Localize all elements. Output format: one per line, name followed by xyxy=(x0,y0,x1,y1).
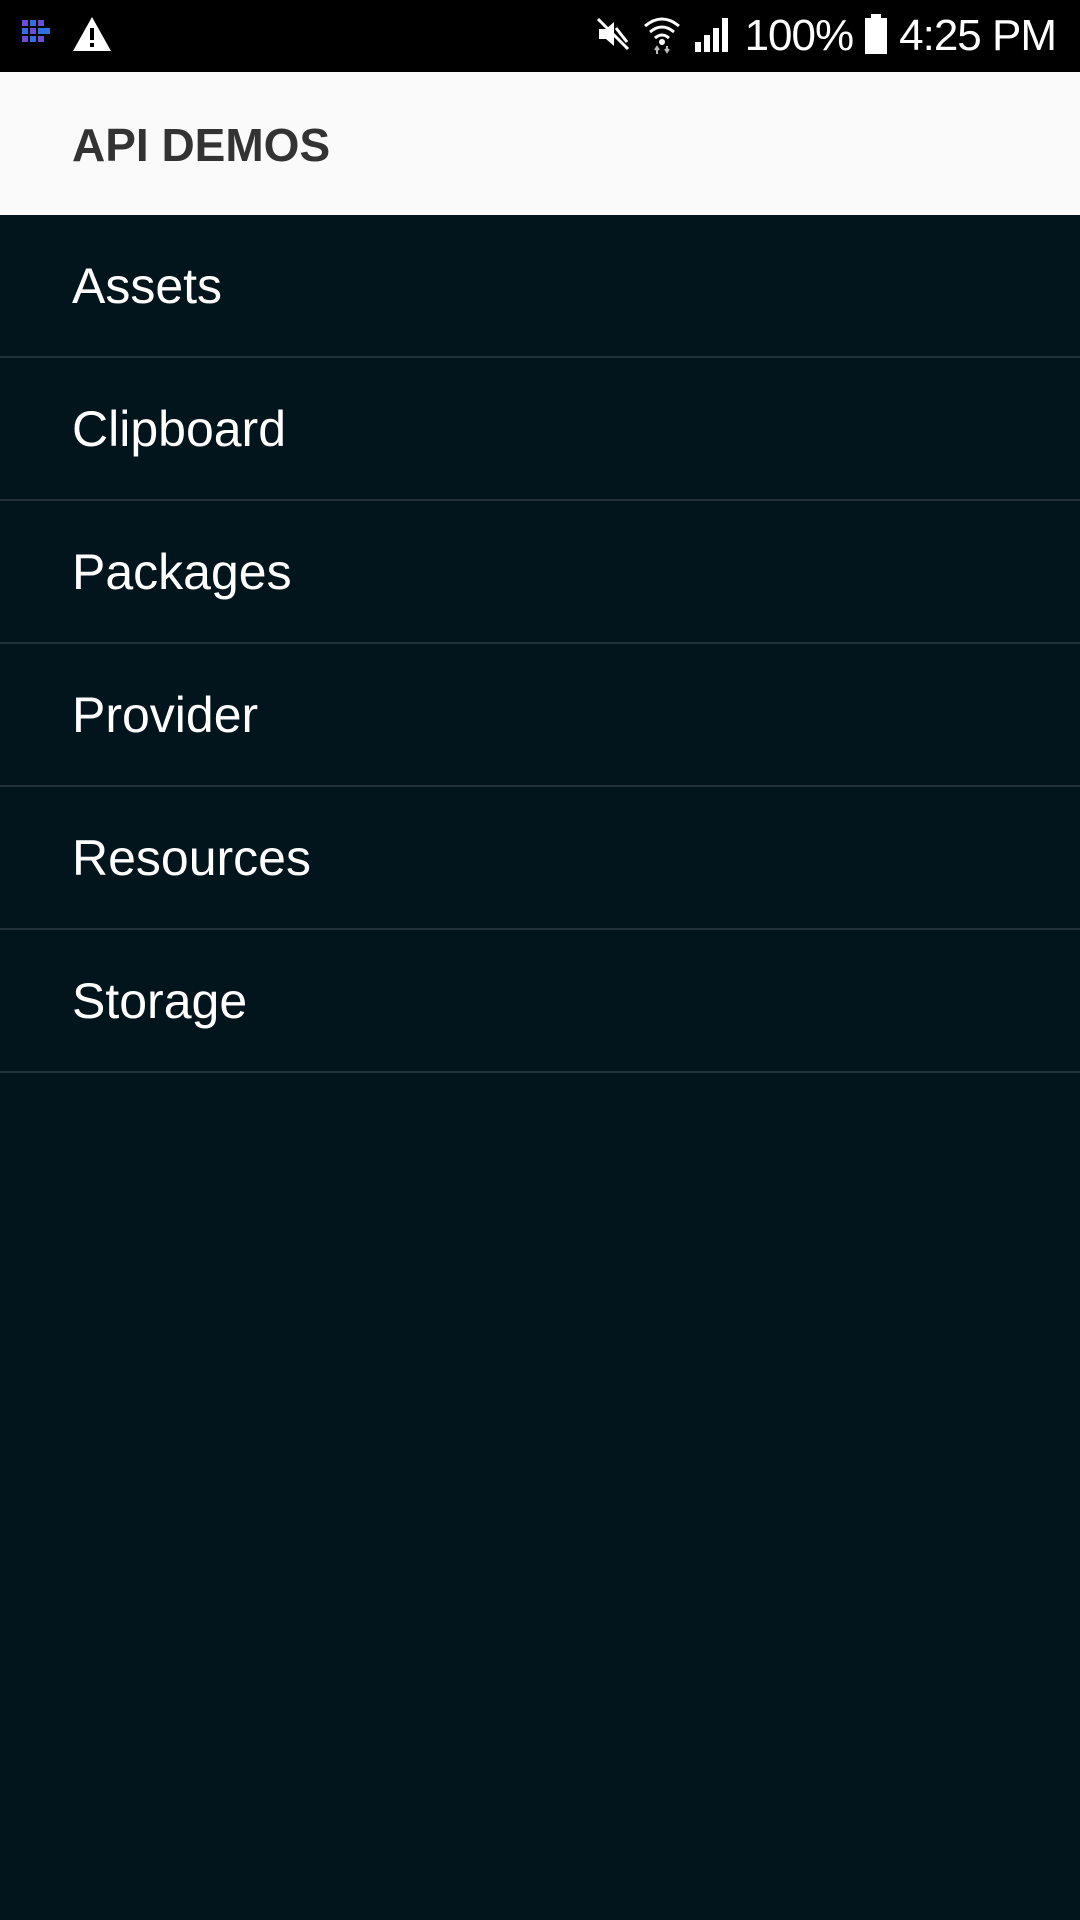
page-title: API DEMOS xyxy=(72,119,331,171)
status-bar: 100% 4:25 PM xyxy=(0,0,1080,72)
api-demo-list: Assets Clipboard Packages Provider Resou… xyxy=(0,215,1080,1073)
clock: 4:25 PM xyxy=(899,11,1057,60)
battery-icon xyxy=(865,13,888,59)
list-item-storage[interactable]: Storage xyxy=(0,930,1080,1073)
list-item-label: Provider xyxy=(72,686,259,743)
list-item-resources[interactable]: Resources xyxy=(0,787,1080,930)
signal-icon xyxy=(693,16,733,57)
app-grid-icon xyxy=(22,19,50,53)
status-bar-right: 100% 4:25 PM xyxy=(595,8,1057,64)
list-item-label: Clipboard xyxy=(72,400,287,457)
list-item-label: Packages xyxy=(72,543,292,600)
mute-icon xyxy=(595,16,631,57)
list-item-clipboard[interactable]: Clipboard xyxy=(0,358,1080,501)
list-item-label: Resources xyxy=(72,829,311,886)
list-item-assets[interactable]: Assets xyxy=(0,215,1080,358)
list-item-provider[interactable]: Provider xyxy=(0,644,1080,787)
list-item-packages[interactable]: Packages xyxy=(0,501,1080,644)
status-bar-left xyxy=(22,14,112,58)
list-item-label: Storage xyxy=(72,972,248,1029)
screen: 100% 4:25 PM API DEMOS Assets Clipboard … xyxy=(0,0,1080,1920)
list-item-label: Assets xyxy=(72,257,223,314)
app-bar: API DEMOS xyxy=(0,72,1080,215)
wifi-icon xyxy=(643,14,681,59)
warning-icon xyxy=(72,16,112,57)
battery-percent: 100% xyxy=(744,11,855,60)
